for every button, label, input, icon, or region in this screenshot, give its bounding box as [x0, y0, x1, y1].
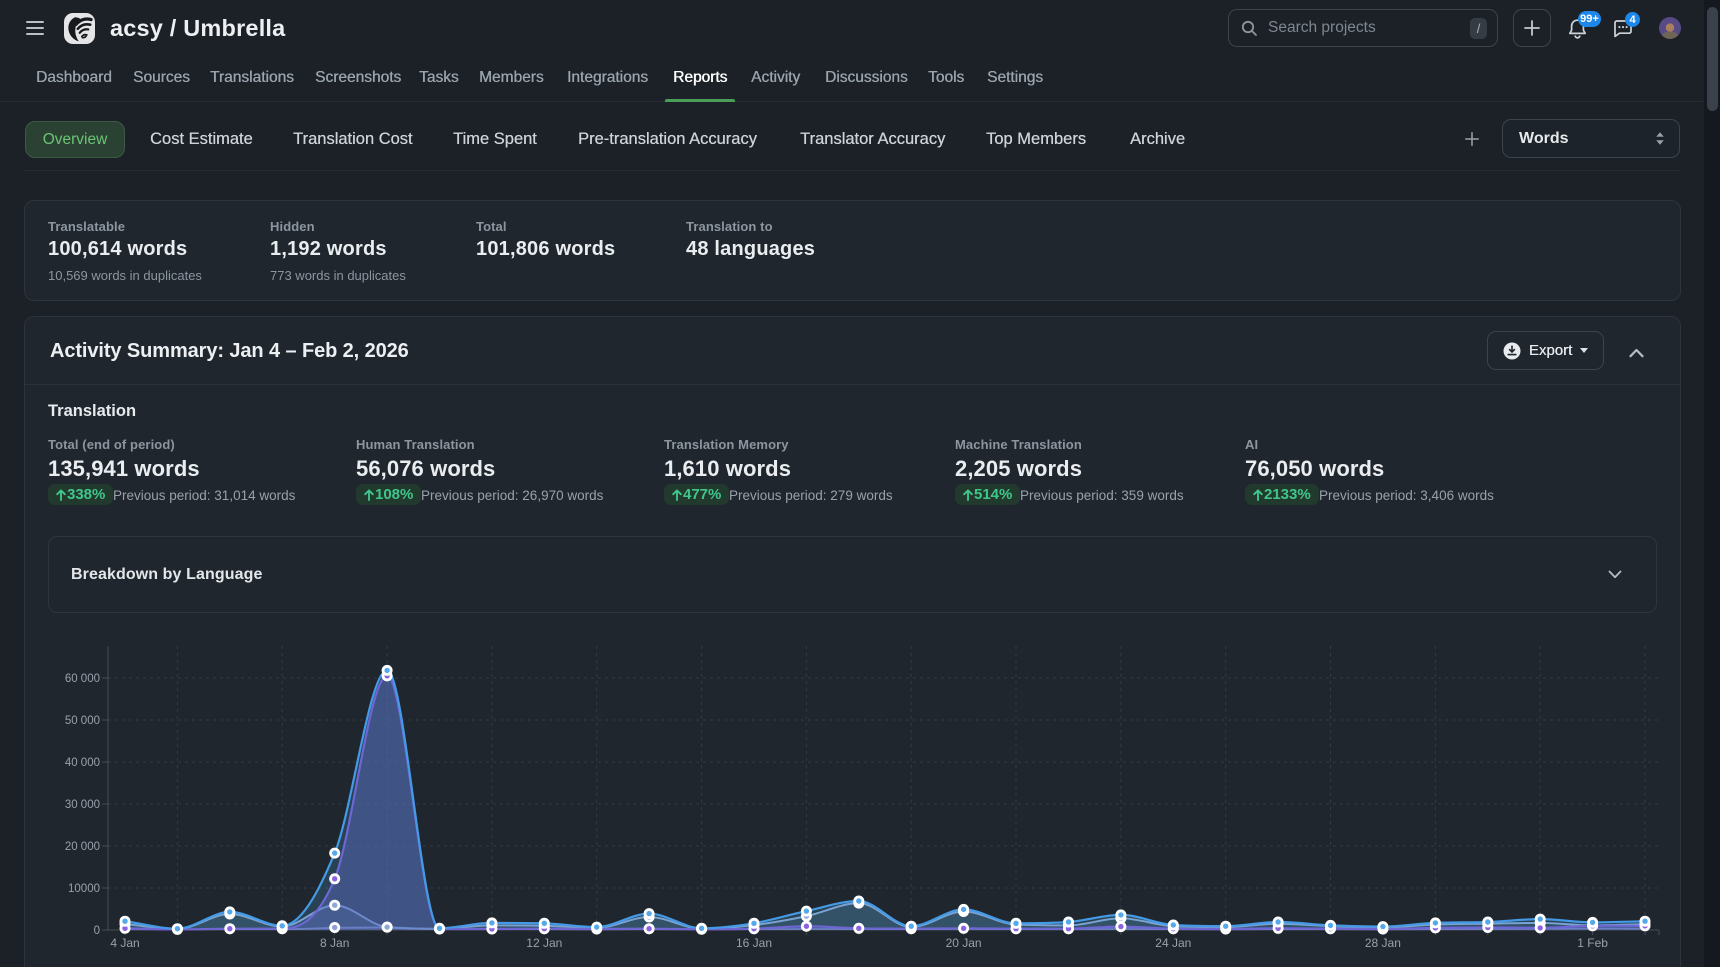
svg-text:10000: 10000 — [68, 883, 100, 895]
svg-text:1 Feb: 1 Feb — [1577, 936, 1608, 950]
svg-text:16 Jan: 16 Jan — [736, 936, 772, 950]
svg-text:4 Jan: 4 Jan — [110, 936, 139, 950]
svg-text:0: 0 — [94, 925, 100, 937]
svg-text:30 000: 30 000 — [65, 799, 100, 811]
svg-text:28 Jan: 28 Jan — [1365, 936, 1401, 950]
svg-text:40 000: 40 000 — [65, 757, 100, 769]
svg-text:60 000: 60 000 — [65, 673, 100, 685]
svg-text:50 000: 50 000 — [65, 715, 100, 727]
svg-text:24 Jan: 24 Jan — [1155, 936, 1191, 950]
svg-text:12 Jan: 12 Jan — [526, 936, 562, 950]
svg-text:20 000: 20 000 — [65, 841, 100, 853]
svg-text:8 Jan: 8 Jan — [320, 936, 349, 950]
svg-text:20 Jan: 20 Jan — [946, 936, 982, 950]
